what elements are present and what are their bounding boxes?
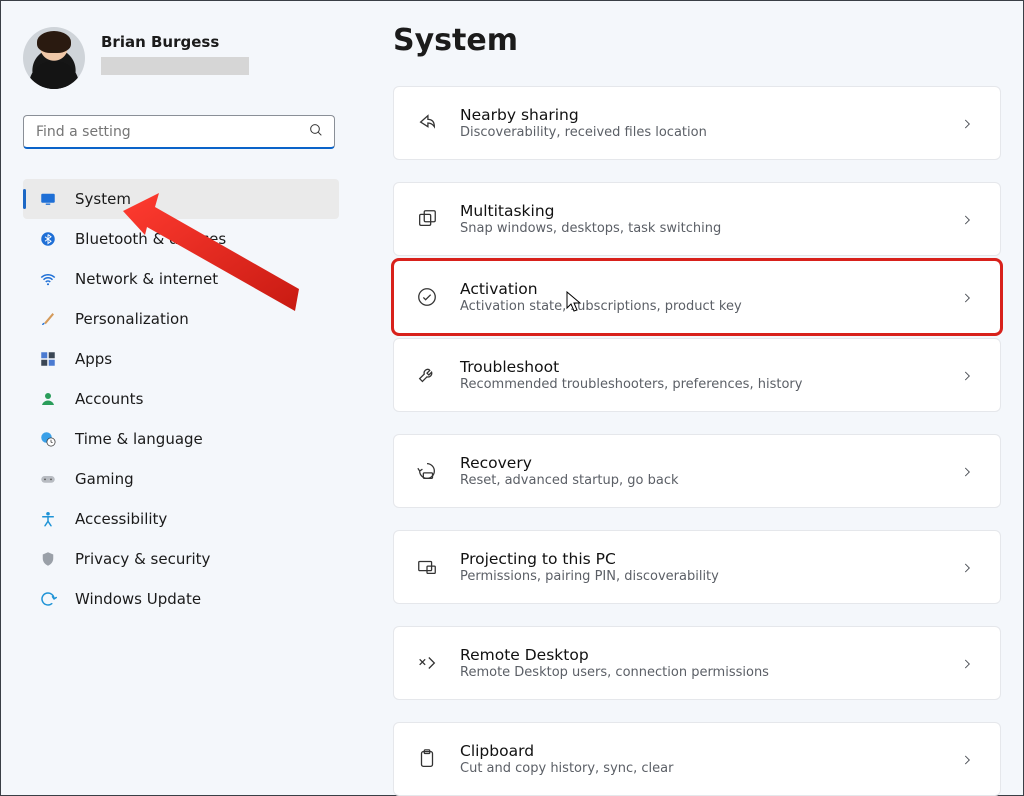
gamepad-icon bbox=[39, 470, 57, 488]
settings-list: Nearby sharing Discoverability, received… bbox=[393, 86, 1001, 796]
setting-subtitle: Remote Desktop users, connection permiss… bbox=[460, 665, 938, 680]
sidebar-item-label: Accounts bbox=[75, 390, 143, 408]
setting-title: Troubleshoot bbox=[460, 358, 938, 376]
setting-title: Multitasking bbox=[460, 202, 938, 220]
multitasking-icon bbox=[416, 208, 438, 230]
setting-subtitle: Snap windows, desktops, task switching bbox=[460, 221, 938, 236]
sidebar-item-bluetooth[interactable]: Bluetooth & devices bbox=[23, 219, 339, 259]
setting-title: Nearby sharing bbox=[460, 106, 938, 124]
setting-subtitle: Cut and copy history, sync, clear bbox=[460, 761, 938, 776]
setting-troubleshoot[interactable]: Troubleshoot Recommended troubleshooters… bbox=[393, 338, 1001, 412]
check-circle-icon bbox=[416, 286, 438, 308]
sidebar-item-label: Apps bbox=[75, 350, 112, 368]
sidebar-item-time-language[interactable]: Time & language bbox=[23, 419, 339, 459]
recovery-icon bbox=[416, 460, 438, 482]
chevron-right-icon bbox=[960, 212, 974, 226]
sidebar-item-network[interactable]: Network & internet bbox=[23, 259, 339, 299]
sidebar-item-label: System bbox=[75, 190, 131, 208]
sidebar-item-label: Bluetooth & devices bbox=[75, 230, 226, 248]
accessibility-icon bbox=[39, 510, 57, 528]
setting-subtitle: Permissions, pairing PIN, discoverabilit… bbox=[460, 569, 938, 584]
shield-icon bbox=[39, 550, 57, 568]
person-icon bbox=[39, 390, 57, 408]
remote-desktop-icon bbox=[416, 652, 438, 674]
projecting-icon bbox=[416, 556, 438, 578]
setting-multitasking[interactable]: Multitasking Snap windows, desktops, tas… bbox=[393, 182, 1001, 256]
main-content: System Nearby sharing Discoverability, r… bbox=[393, 23, 1001, 795]
sidebar-item-label: Gaming bbox=[75, 470, 134, 488]
avatar bbox=[23, 27, 85, 89]
nav-list: System Bluetooth & devices Network & int… bbox=[23, 179, 339, 619]
sidebar-item-apps[interactable]: Apps bbox=[23, 339, 339, 379]
sidebar-item-system[interactable]: System bbox=[23, 179, 339, 219]
search-icon bbox=[308, 122, 324, 142]
sidebar-item-label: Windows Update bbox=[75, 590, 201, 608]
bluetooth-icon bbox=[39, 230, 57, 248]
setting-subtitle: Activation state, subscriptions, product… bbox=[460, 299, 938, 314]
chevron-right-icon bbox=[960, 656, 974, 670]
chevron-right-icon bbox=[960, 290, 974, 304]
setting-nearby-sharing[interactable]: Nearby sharing Discoverability, received… bbox=[393, 86, 1001, 160]
clipboard-icon bbox=[416, 748, 438, 770]
wifi-icon bbox=[39, 270, 57, 288]
sidebar-item-personalization[interactable]: Personalization bbox=[23, 299, 339, 339]
sync-icon bbox=[39, 590, 57, 608]
sidebar-item-privacy[interactable]: Privacy & security bbox=[23, 539, 339, 579]
setting-title: Clipboard bbox=[460, 742, 938, 760]
chevron-right-icon bbox=[960, 464, 974, 478]
setting-clipboard[interactable]: Clipboard Cut and copy history, sync, cl… bbox=[393, 722, 1001, 796]
sidebar-item-label: Time & language bbox=[75, 430, 203, 448]
setting-subtitle: Discoverability, received files location bbox=[460, 125, 938, 140]
setting-title: Projecting to this PC bbox=[460, 550, 938, 568]
setting-recovery[interactable]: Recovery Reset, advanced startup, go bac… bbox=[393, 434, 1001, 508]
setting-title: Recovery bbox=[460, 454, 938, 472]
paintbrush-icon bbox=[39, 310, 57, 328]
chevron-right-icon bbox=[960, 368, 974, 382]
setting-subtitle: Recommended troubleshooters, preferences… bbox=[460, 377, 938, 392]
sidebar-item-gaming[interactable]: Gaming bbox=[23, 459, 339, 499]
search-input[interactable] bbox=[34, 123, 308, 141]
share-icon bbox=[416, 112, 438, 134]
sidebar-item-label: Accessibility bbox=[75, 510, 167, 528]
search-box[interactable] bbox=[23, 115, 335, 149]
mouse-cursor-icon bbox=[566, 291, 582, 313]
sidebar-item-label: Privacy & security bbox=[75, 550, 210, 568]
user-meta: Brian Burgess bbox=[101, 27, 249, 75]
wrench-icon bbox=[416, 364, 438, 386]
setting-activation[interactable]: Activation Activation state, subscriptio… bbox=[393, 260, 1001, 334]
setting-remote-desktop[interactable]: Remote Desktop Remote Desktop users, con… bbox=[393, 626, 1001, 700]
sidebar: Brian Burgess System Bluetooth & devices bbox=[1, 1, 353, 795]
account-header[interactable]: Brian Burgess bbox=[23, 27, 339, 89]
page-title: System bbox=[393, 23, 1001, 58]
apps-icon bbox=[39, 350, 57, 368]
setting-projecting[interactable]: Projecting to this PC Permissions, pairi… bbox=[393, 530, 1001, 604]
chevron-right-icon bbox=[960, 560, 974, 574]
sidebar-item-accessibility[interactable]: Accessibility bbox=[23, 499, 339, 539]
user-email-placeholder bbox=[101, 57, 249, 75]
chevron-right-icon bbox=[960, 116, 974, 130]
sidebar-item-label: Personalization bbox=[75, 310, 189, 328]
setting-subtitle: Reset, advanced startup, go back bbox=[460, 473, 938, 488]
user-name: Brian Burgess bbox=[101, 33, 249, 51]
display-icon bbox=[39, 190, 57, 208]
globe-clock-icon bbox=[39, 430, 57, 448]
sidebar-item-label: Network & internet bbox=[75, 270, 218, 288]
setting-title: Remote Desktop bbox=[460, 646, 938, 664]
sidebar-item-windows-update[interactable]: Windows Update bbox=[23, 579, 339, 619]
sidebar-item-accounts[interactable]: Accounts bbox=[23, 379, 339, 419]
setting-title: Activation bbox=[460, 280, 938, 298]
chevron-right-icon bbox=[960, 752, 974, 766]
